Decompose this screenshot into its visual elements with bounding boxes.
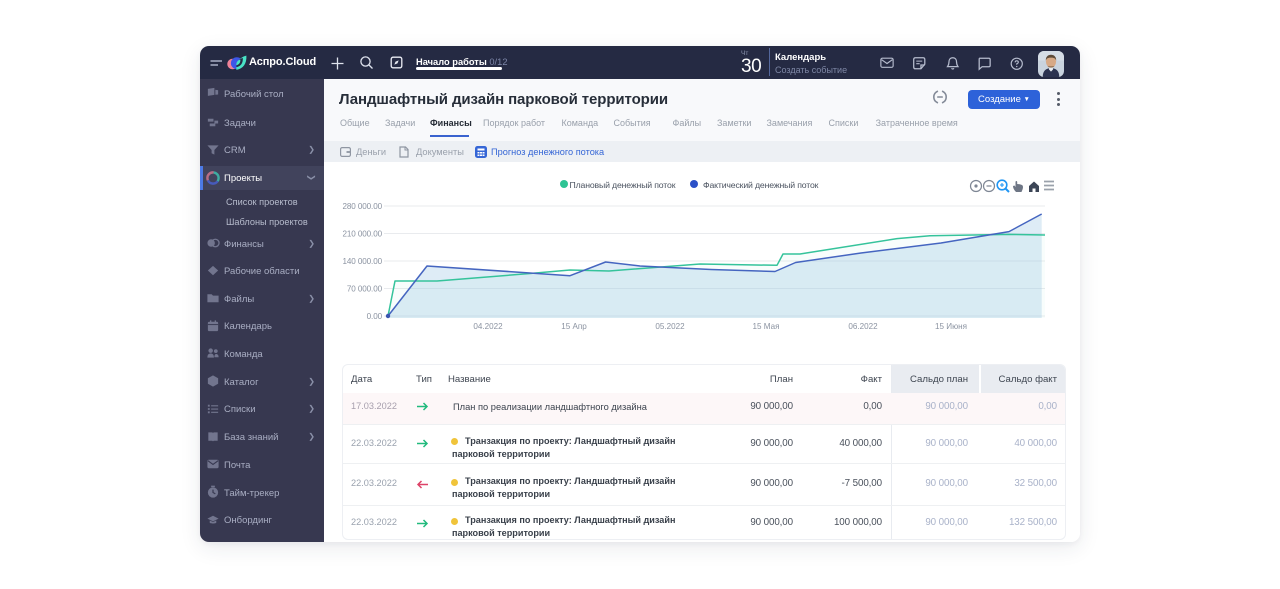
svg-text:06.2022: 06.2022	[848, 322, 878, 331]
svg-text:15 Апр: 15 Апр	[561, 322, 587, 331]
svg-text:210 000.00: 210 000.00	[342, 230, 382, 239]
svg-text:04.2022: 04.2022	[473, 322, 503, 331]
svg-text:140 000.00: 140 000.00	[342, 257, 382, 266]
svg-text:70 000.00: 70 000.00	[347, 285, 383, 294]
svg-text:15 Мая: 15 Мая	[753, 322, 780, 331]
svg-text:15 Июня: 15 Июня	[935, 322, 967, 331]
svg-text:05.2022: 05.2022	[655, 322, 685, 331]
svg-text:280 000.00: 280 000.00	[342, 202, 382, 211]
svg-text:0.00: 0.00	[367, 312, 383, 321]
